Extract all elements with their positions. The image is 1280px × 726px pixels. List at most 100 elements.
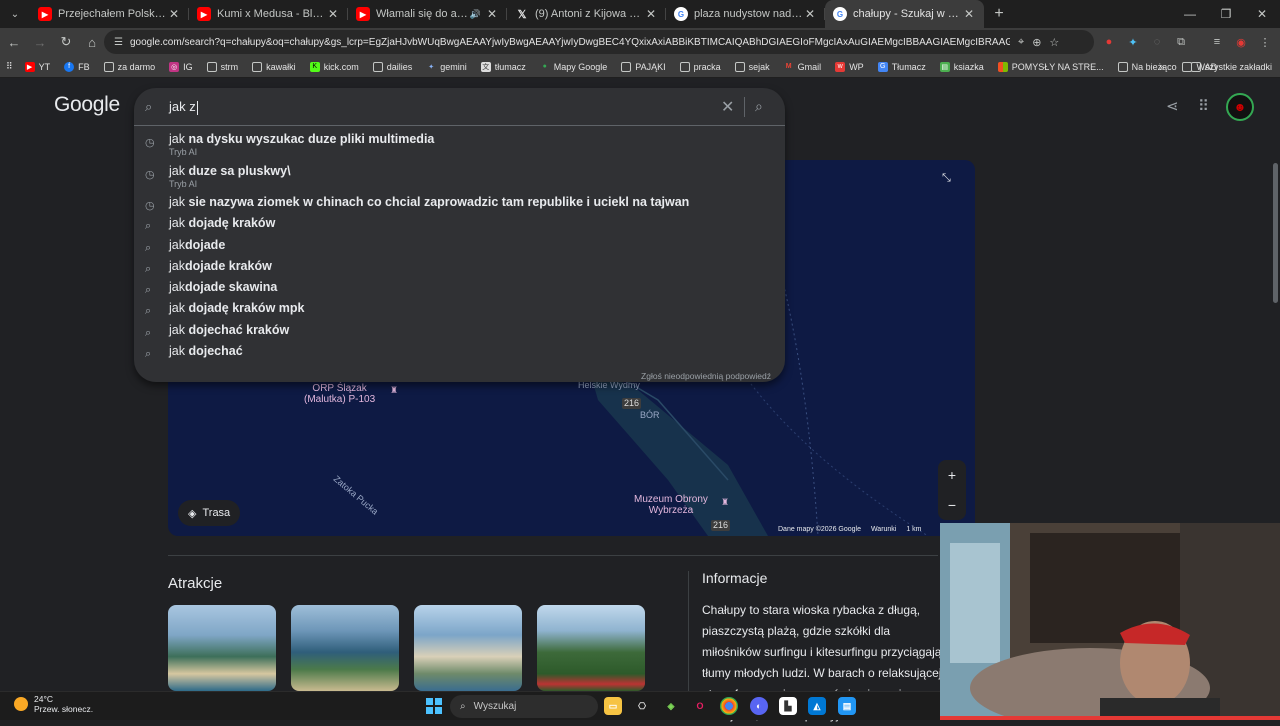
zoom-icon[interactable]: ⊕ bbox=[1032, 36, 1041, 49]
suggestion-item[interactable]: ⌕ jakdojade skawina bbox=[134, 280, 785, 301]
terms-link[interactable]: Warunki bbox=[871, 526, 896, 533]
restore-icon[interactable]: ❐ bbox=[1208, 0, 1244, 28]
avatar[interactable]: ☻ bbox=[1226, 93, 1254, 121]
page-scrollbar[interactable] bbox=[1273, 163, 1278, 303]
bookmark-yt[interactable]: ▶ YT bbox=[24, 61, 50, 72]
close-icon[interactable]: ✕ bbox=[167, 7, 181, 21]
tab-search-button[interactable]: ⌄ bbox=[0, 0, 30, 28]
photos-icon[interactable]: ◭ bbox=[808, 697, 826, 715]
back-icon[interactable]: ← bbox=[2, 30, 26, 54]
museum-marker-icon[interactable]: ♜ bbox=[721, 497, 729, 508]
google-logo[interactable]: Google bbox=[54, 93, 120, 117]
shield-browser-icon[interactable]: ◈ bbox=[662, 697, 680, 715]
bookmark-kick[interactable]: Kkick.com bbox=[309, 61, 359, 72]
bookmark-dailies[interactable]: dailies bbox=[372, 61, 412, 72]
attraction-thumb[interactable] bbox=[414, 605, 522, 691]
suggestion-item[interactable]: ◷ jak duze sa pluskwy\ Tryb AI bbox=[134, 164, 785, 196]
extension-icon[interactable]: ◌ bbox=[1146, 28, 1168, 56]
bookmark-tlumacz[interactable]: 文 tłumacz bbox=[480, 61, 526, 72]
bookmark-za-darmo[interactable]: za darmo bbox=[103, 61, 155, 72]
close-icon[interactable]: ✕ bbox=[962, 7, 976, 21]
museum-marker-icon[interactable]: ♜ bbox=[390, 385, 398, 396]
bookmark-ksiazka[interactable]: ▤ ksiazka bbox=[939, 61, 984, 72]
taskbar-search[interactable]: ⌕ Wyszukaj bbox=[450, 695, 598, 718]
search-box[interactable]: ⌕ jak z ✕ ⌕ bbox=[134, 88, 785, 126]
profile-icon[interactable]: ◉ bbox=[1230, 28, 1252, 56]
close-icon[interactable]: ✕ bbox=[485, 7, 499, 21]
bookmark-gmail[interactable]: M Gmail bbox=[784, 62, 821, 72]
bookmark-fb[interactable]: f FB bbox=[64, 61, 90, 72]
suggestion-item[interactable]: ⌕ jak dojechać kraków bbox=[134, 323, 785, 344]
search-input[interactable]: jak z bbox=[169, 99, 198, 115]
clear-icon[interactable]: ✕ bbox=[721, 97, 734, 117]
tab-2[interactable]: ▶ Włamali się do autobusu na🔊 ✕ bbox=[348, 0, 507, 28]
apps-grid-icon[interactable]: ⠿ bbox=[6, 61, 13, 72]
route-button[interactable]: ◈ Trasa bbox=[178, 500, 241, 526]
bookmark-pracka[interactable]: pracka bbox=[679, 61, 721, 72]
tab-3[interactable]: 𝕏 (9) Antoni z Kijowa w serwisie X✕ bbox=[507, 0, 666, 28]
opera-icon[interactable]: O bbox=[691, 697, 709, 715]
tab-5-active[interactable]: Gchałupy - Szukaj w Google✕ bbox=[825, 0, 984, 28]
location-icon[interactable]: ⌖ bbox=[1018, 36, 1024, 49]
minimize-icon[interactable]: — bbox=[1172, 0, 1208, 28]
bookmark-tlumacz-2[interactable]: G Tłumacz bbox=[877, 61, 926, 72]
suggestion-item[interactable]: ◷ jak sie nazywa ziomek w chinach co chci… bbox=[134, 195, 785, 216]
chrome-icon[interactable] bbox=[720, 697, 738, 715]
bookmark-pajaki[interactable]: PAJĄKI bbox=[621, 61, 666, 72]
notepad-icon[interactable]: ▤ bbox=[838, 697, 856, 715]
bookmark-wp[interactable]: w WP bbox=[835, 61, 864, 72]
zoom-out-icon[interactable]: − bbox=[948, 497, 956, 513]
zoom-in-icon[interactable]: + bbox=[948, 467, 956, 483]
bookmark-sejak[interactable]: sejak bbox=[734, 61, 770, 72]
reading-list-icon[interactable]: ≡ bbox=[1206, 28, 1228, 56]
file-explorer-icon[interactable]: ▭ bbox=[604, 697, 622, 715]
all-bookmarks-button[interactable]: Wszystkie zakładki bbox=[1182, 62, 1272, 72]
share-icon[interactable]: ⋖ bbox=[1166, 97, 1179, 115]
suggestion-item[interactable]: ⌕ jak dojadę kraków bbox=[134, 216, 785, 237]
reload-icon[interactable]: ↻ bbox=[54, 30, 78, 54]
site-info-icon[interactable]: ☰ bbox=[114, 37, 130, 48]
extension-icon[interactable]: ✦ bbox=[1122, 28, 1144, 56]
suggestion-item[interactable]: ◷ jak na dysku wyszukac duze pliki multim… bbox=[134, 132, 785, 164]
close-icon[interactable]: ✕ bbox=[326, 7, 340, 21]
suggestion-item[interactable]: ⌕ jakdojade bbox=[134, 238, 785, 259]
address-bar[interactable]: ☰ google.com/search?q=chałupy&oq=chałupy… bbox=[104, 30, 1094, 54]
weather-widget[interactable]: 24°C Przew. słonecz. bbox=[14, 694, 93, 714]
bookmark-ig[interactable]: ◎ IG bbox=[169, 61, 193, 72]
chatgpt-icon[interactable]: ⎔ bbox=[633, 697, 651, 715]
map-label-orp[interactable]: ORP Ślązak (Malutka) P-103 bbox=[304, 383, 375, 405]
bookmark-pomysly[interactable]: POMYSŁY NA STRE... bbox=[997, 61, 1104, 72]
map-label-museum[interactable]: Muzeum Obrony Wybrzeża bbox=[634, 494, 708, 516]
tab-4[interactable]: Gplaza nudystow nad polskim m✕ bbox=[666, 0, 825, 28]
windows-start-icon[interactable] bbox=[426, 698, 442, 714]
tab-1[interactable]: ▶ Kumi x Medusa - Bla Bla Bla (O✕ bbox=[189, 0, 348, 28]
close-icon[interactable]: ✕ bbox=[644, 7, 658, 21]
collapse-map-icon[interactable]: ⤡ bbox=[942, 172, 951, 185]
new-tab-button[interactable]: + bbox=[984, 0, 1014, 28]
attraction-thumb[interactable] bbox=[537, 605, 645, 691]
streaming-app-icon[interactable]: ▙ bbox=[779, 697, 797, 715]
more-bookmarks-icon[interactable]: » bbox=[1159, 62, 1164, 72]
attraction-thumb[interactable] bbox=[168, 605, 276, 691]
discord-icon[interactable]: ◐ bbox=[750, 697, 768, 715]
bookmark-kawalki[interactable]: kawałki bbox=[252, 61, 296, 72]
close-icon[interactable]: ✕ bbox=[803, 7, 817, 21]
menu-kebab-icon[interactable]: ⋮ bbox=[1254, 28, 1276, 56]
apps-grid-icon[interactable]: ⠿ bbox=[1198, 97, 1209, 115]
suggestion-item[interactable]: ⌕ jakdojade kraków bbox=[134, 259, 785, 280]
bookmark-gemini[interactable]: ✦ gemini bbox=[426, 62, 466, 72]
close-window-icon[interactable]: ✕ bbox=[1244, 0, 1280, 28]
suggestion-item[interactable]: ⌕ jak dojechać bbox=[134, 344, 785, 365]
bookmark-mapy[interactable]: ● Mapy Google bbox=[540, 62, 608, 72]
suggestion-item[interactable]: ⌕ jak dojadę kraków mpk bbox=[134, 301, 785, 322]
record-extension-icon[interactable]: ● bbox=[1098, 28, 1120, 56]
home-icon[interactable]: ⌂ bbox=[80, 30, 104, 54]
speaker-icon[interactable]: 🔊 bbox=[470, 9, 481, 20]
report-suggestion-link[interactable]: Zgłoś nieodpowiednią podpowiedź bbox=[641, 371, 771, 381]
search-submit-icon[interactable]: ⌕ bbox=[755, 98, 763, 115]
bookmark-strm[interactable]: strm bbox=[206, 61, 238, 72]
attraction-thumb[interactable] bbox=[291, 605, 399, 691]
forward-icon[interactable]: → bbox=[28, 30, 52, 54]
bookmark-star-icon[interactable]: ☆ bbox=[1049, 36, 1059, 49]
extensions-puzzle-icon[interactable]: ⧉ bbox=[1170, 28, 1192, 56]
